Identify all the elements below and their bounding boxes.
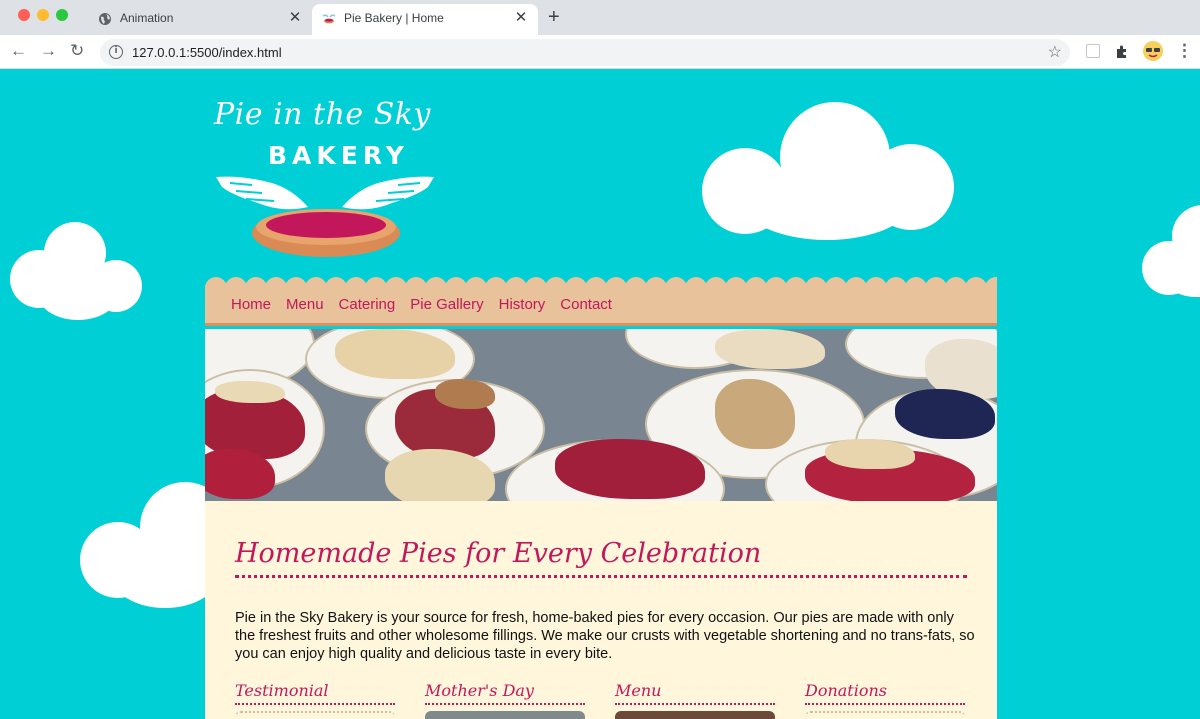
- main-nav: Home Menu Catering Pie Gallery History C…: [205, 277, 997, 326]
- winged-pie-icon: [216, 176, 434, 257]
- bookmark-star-icon[interactable]: ☆: [1048, 42, 1062, 62]
- browser-toolbar: ← → ↻ i 127.0.0.1:5500/index.html ☆ ⋮: [0, 35, 1200, 69]
- tab-animation[interactable]: Animation ✕: [88, 4, 312, 35]
- browser-tab-bar: Animation ✕ Pie Bakery | Home ✕ +: [0, 0, 1200, 35]
- column-heading: Mother's Day: [425, 681, 585, 705]
- tab-pie-bakery[interactable]: Pie Bakery | Home ✕: [312, 4, 538, 35]
- cloud-edge-right-icon: [1142, 205, 1200, 297]
- close-tab-icon[interactable]: ✕: [512, 9, 530, 27]
- nav-link-history[interactable]: History: [499, 296, 546, 313]
- nav-scallop-border: [205, 277, 997, 289]
- column-donations: Donations: [805, 681, 965, 719]
- bakery-logo[interactable]: Pie in the Sky BAKERY: [212, 95, 442, 265]
- column-heading: Menu: [615, 681, 775, 705]
- nav-link-home[interactable]: Home: [231, 296, 271, 313]
- column-mothers-day: Mother's Day: [425, 681, 585, 719]
- content-section: Homemade Pies for Every Celebration Pie …: [205, 501, 997, 719]
- address-bar[interactable]: i 127.0.0.1:5500/index.html ☆: [100, 39, 1070, 66]
- extension-icon[interactable]: [1086, 44, 1100, 58]
- browser-menu-icon[interactable]: ⋮: [1176, 41, 1193, 61]
- window-zoom-button[interactable]: [56, 9, 68, 21]
- page-heading: Homemade Pies for Every Celebration: [235, 538, 967, 578]
- tab-title: Animation: [120, 11, 174, 25]
- intro-paragraph: Pie in the Sky Bakery is your source for…: [235, 610, 975, 662]
- nav-links: Home Menu Catering Pie Gallery History C…: [231, 296, 612, 313]
- close-tab-icon[interactable]: ✕: [286, 9, 304, 27]
- window-close-button[interactable]: [18, 9, 30, 21]
- column-testimonial: Testimonial: [235, 681, 395, 719]
- feature-columns: Testimonial Mother's Day Menu Donations: [235, 681, 965, 719]
- globe-icon: [99, 13, 111, 25]
- cloud-bottom-left-icon: [80, 482, 230, 610]
- window-minimize-button[interactable]: [37, 9, 49, 21]
- main-container: Home Menu Catering Pie Gallery History C…: [205, 277, 997, 719]
- column-menu: Menu: [615, 681, 775, 719]
- hero-pie-photo: [205, 329, 997, 501]
- column-heading: Donations: [805, 681, 965, 705]
- logo-script-text: Pie in the Sky: [214, 97, 431, 132]
- nav-link-contact[interactable]: Contact: [560, 296, 612, 313]
- puzzle-extensions-icon[interactable]: [1114, 44, 1130, 60]
- nav-link-pie-gallery[interactable]: Pie Gallery: [410, 296, 483, 313]
- cloud-left-icon: [10, 222, 150, 322]
- pie-favicon-icon: [322, 14, 336, 24]
- forward-arrow-icon[interactable]: →: [40, 41, 57, 61]
- site-info-icon[interactable]: i: [109, 45, 123, 59]
- logo-bakery-text: BAKERY: [268, 141, 409, 170]
- tab-title: Pie Bakery | Home: [344, 11, 444, 25]
- url-text: 127.0.0.1:5500/index.html: [132, 45, 282, 60]
- column-heading: Testimonial: [235, 681, 395, 705]
- back-arrow-icon[interactable]: ←: [10, 41, 27, 61]
- nav-link-catering[interactable]: Catering: [339, 296, 396, 313]
- reload-icon[interactable]: ↻: [70, 41, 84, 61]
- nav-link-menu[interactable]: Menu: [286, 296, 324, 313]
- new-tab-icon[interactable]: +: [548, 6, 560, 28]
- profile-avatar-icon[interactable]: [1142, 40, 1164, 62]
- cloud-top-right-icon: [702, 102, 956, 242]
